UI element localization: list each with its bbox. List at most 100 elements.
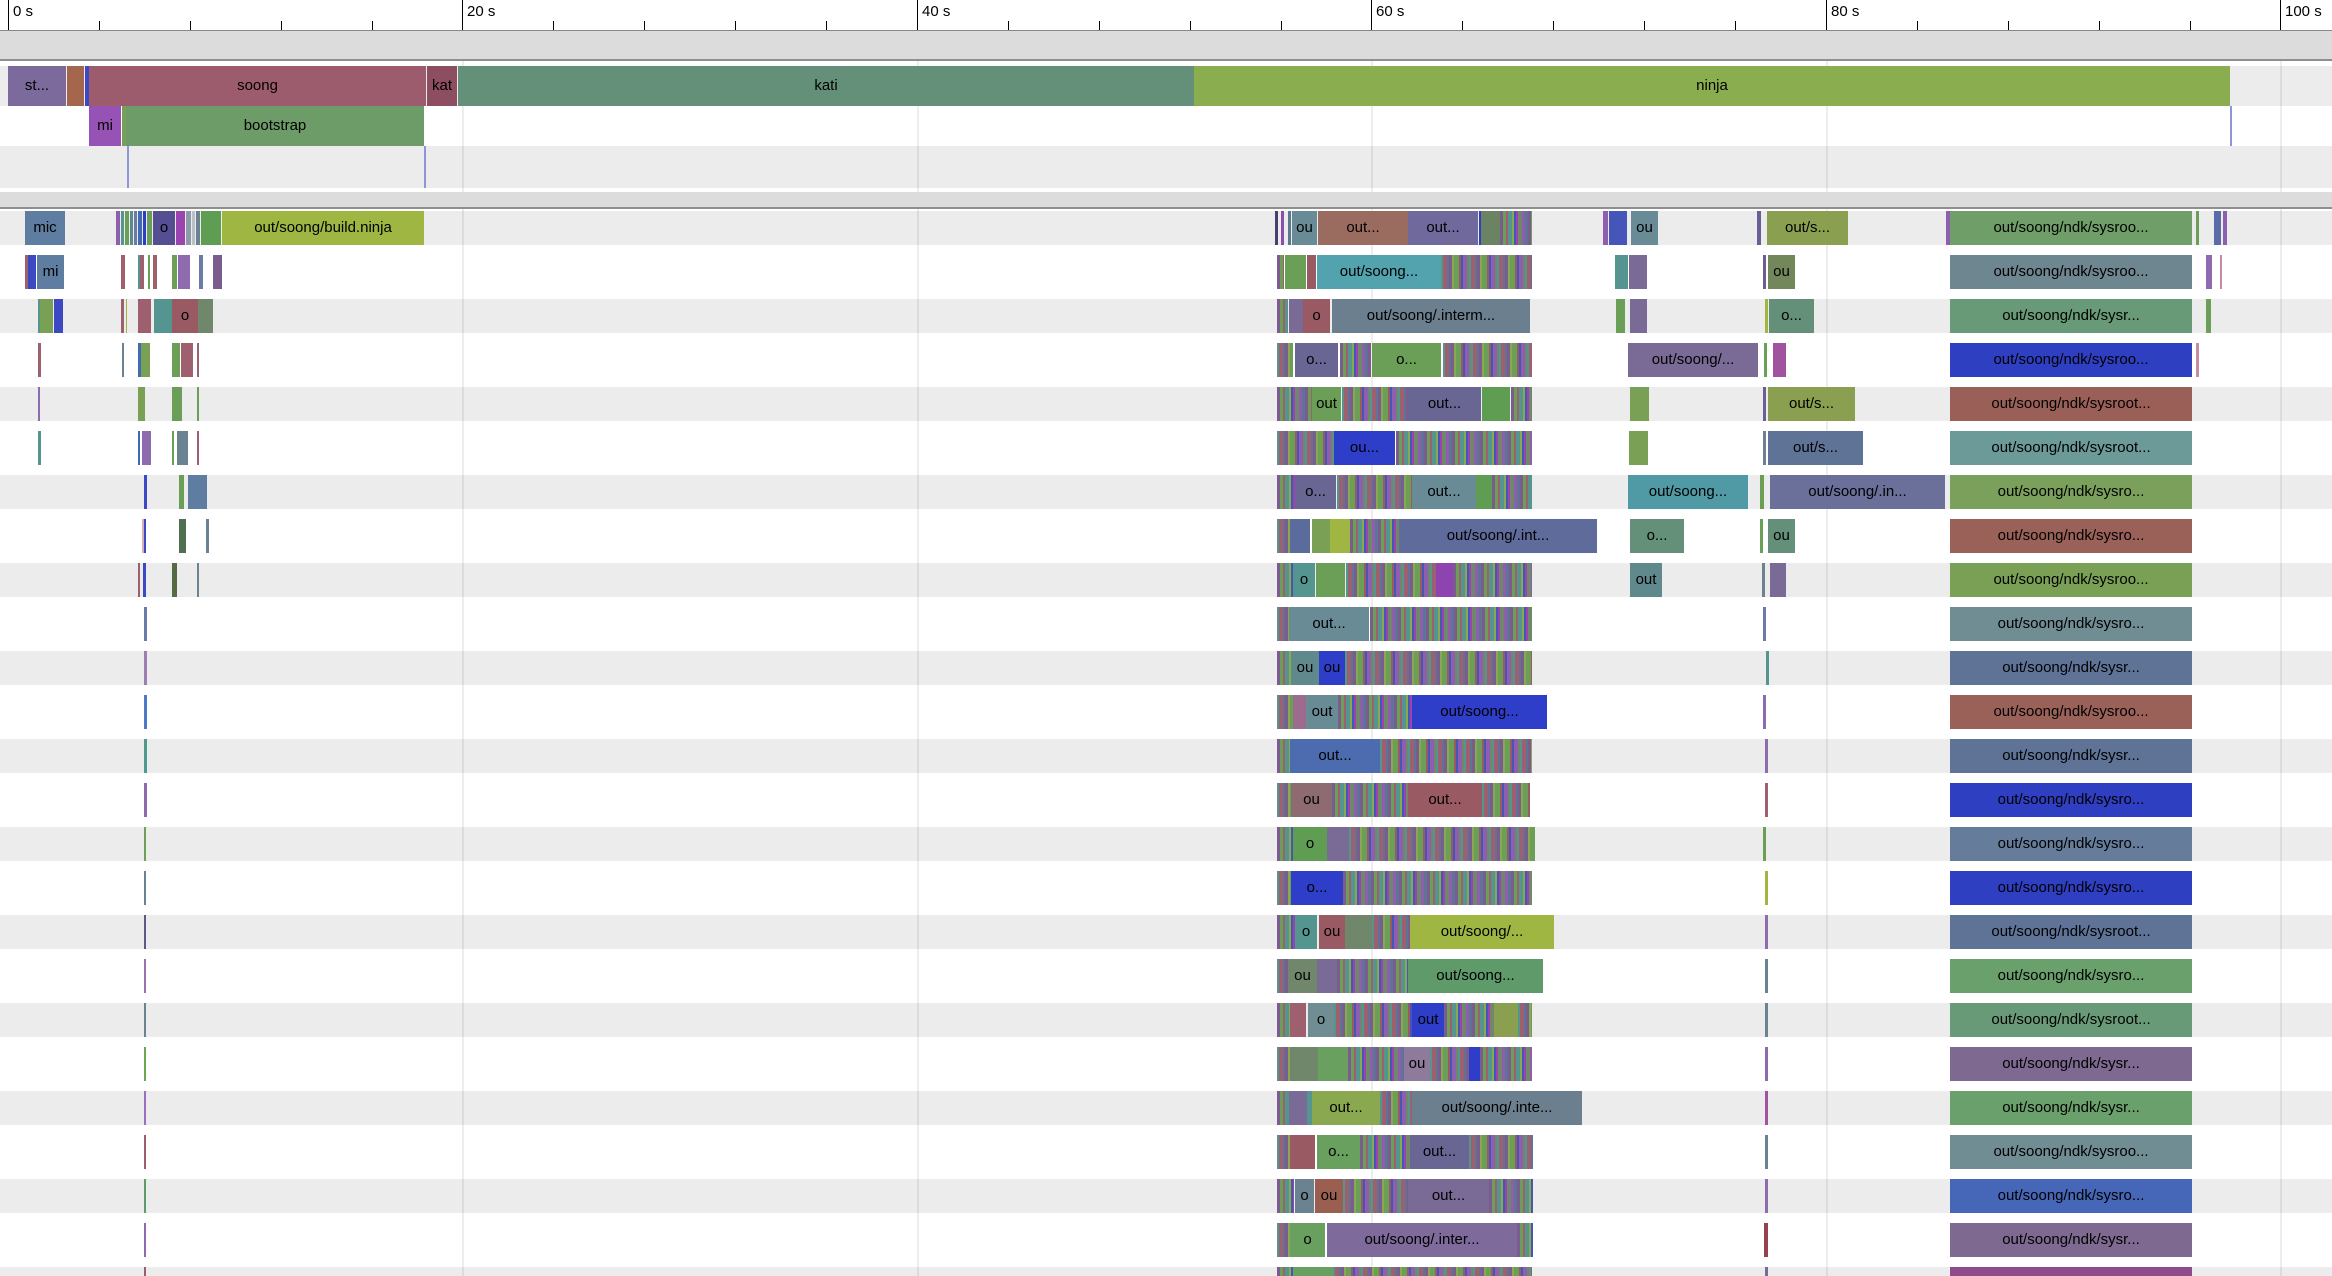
trace-event-sliver[interactable] — [144, 1267, 146, 1276]
trace-event-sliver[interactable] — [181, 343, 193, 377]
trace-event-cluster[interactable] — [1360, 1135, 1410, 1169]
trace-event-cluster[interactable] — [1338, 695, 1412, 729]
trace-event-sliver[interactable] — [144, 695, 147, 729]
trace-event-cluster[interactable] — [1277, 299, 1288, 333]
trace-event-bar[interactable]: out — [1630, 563, 1662, 597]
trace-event-bar[interactable]: o... — [1769, 299, 1814, 333]
trace-event-sliver[interactable] — [198, 299, 213, 333]
trace-event-sliver[interactable] — [144, 783, 147, 817]
trace-event-bar[interactable]: kat — [427, 66, 457, 106]
trace-event-cluster[interactable] — [1518, 1003, 1532, 1037]
trace-event-cluster[interactable] — [1277, 1091, 1289, 1125]
trace-event-sliver[interactable] — [1289, 1091, 1307, 1125]
trace-event-bar[interactable]: out/soong... — [1317, 255, 1441, 289]
trace-event-bar[interactable]: out/soong/build.ninja — [222, 211, 424, 245]
trace-event-sliver[interactable] — [1275, 211, 1278, 245]
trace-event-cluster[interactable] — [1277, 959, 1288, 993]
trace-event-bar[interactable]: ninja — [1194, 66, 2230, 106]
trace-event-bar[interactable]: out/soong/ndk/sysroo... — [1950, 211, 2192, 245]
trace-event-bar[interactable]: out/s... — [1768, 387, 1855, 421]
trace-event-cluster[interactable] — [1372, 915, 1410, 949]
trace-event-sliver[interactable] — [1763, 695, 1766, 729]
trace-event-sliver[interactable] — [206, 519, 209, 553]
trace-event-sliver[interactable] — [1307, 255, 1316, 289]
trace-event-cluster[interactable] — [1469, 1135, 1533, 1169]
trace-event-sliver[interactable] — [172, 387, 182, 421]
trace-event-sliver[interactable] — [121, 299, 124, 333]
trace-event-sliver[interactable] — [197, 387, 199, 421]
trace-event-sliver[interactable] — [1765, 1047, 1768, 1081]
trace-event-sliver[interactable] — [144, 475, 147, 509]
trace-event-sliver[interactable] — [144, 959, 146, 993]
trace-event-cluster[interactable] — [1277, 1003, 1290, 1037]
trace-event-sliver[interactable] — [178, 255, 190, 289]
trace-event-bar[interactable]: out/soong/ndk/sysroot... — [1950, 431, 2192, 465]
trace-event-sliver[interactable] — [1312, 519, 1330, 553]
trace-event-sliver[interactable] — [144, 1003, 146, 1037]
trace-event-bar[interactable]: out/soong... — [1408, 959, 1543, 993]
trace-event-cluster[interactable] — [1277, 343, 1293, 377]
trace-event-cluster[interactable] — [1340, 343, 1371, 377]
trace-event-sliver[interactable] — [121, 211, 124, 245]
trace-event-sliver[interactable] — [1763, 255, 1766, 289]
trace-event-bar[interactable]: out/soong/.in... — [1770, 475, 1945, 509]
trace-event-cluster[interactable] — [1277, 1179, 1294, 1213]
trace-event-sliver[interactable] — [192, 211, 195, 245]
trace-event-cluster[interactable] — [1337, 475, 1412, 509]
trace-event-sliver[interactable] — [1318, 1047, 1348, 1081]
trace-event-sliver[interactable] — [1765, 1135, 1768, 1169]
trace-event-sliver[interactable] — [1281, 211, 1284, 245]
trace-event-bar[interactable]: o — [1303, 299, 1330, 333]
trace-event-bar[interactable]: soong — [89, 66, 426, 106]
trace-event-bar[interactable]: ou — [1631, 211, 1658, 245]
trace-event-sliver[interactable] — [138, 211, 142, 245]
trace-event-sliver[interactable] — [142, 431, 151, 465]
trace-event-sliver[interactable] — [1629, 255, 1647, 289]
trace-event-sliver[interactable] — [1290, 519, 1310, 553]
trace-event-sliver[interactable] — [197, 343, 199, 377]
trace-event-sliver[interactable] — [2206, 299, 2211, 333]
trace-event-sliver[interactable] — [153, 255, 157, 289]
trace-event-sliver[interactable] — [121, 255, 125, 289]
trace-event-sliver[interactable] — [116, 211, 120, 245]
trace-event-cluster[interactable] — [1277, 695, 1293, 729]
trace-event-sliver[interactable] — [144, 1179, 146, 1213]
trace-event-bar[interactable]: ou — [1288, 959, 1317, 993]
trace-event-sliver[interactable] — [1765, 915, 1768, 949]
trace-event-bar[interactable]: out/soong/ndk/sysroo... — [1950, 563, 2192, 597]
trace-event-bar[interactable]: o... — [1295, 343, 1338, 377]
trace-event-bar[interactable]: out — [1412, 1003, 1444, 1037]
trace-event-bar[interactable]: out/soong/... — [1628, 343, 1758, 377]
trace-event-sliver[interactable] — [1773, 343, 1786, 377]
trace-event-sliver[interactable] — [1765, 871, 1768, 905]
trace-event-bar[interactable]: out/soong/ndk/sysr... — [1950, 739, 2192, 773]
trace-event-sliver[interactable] — [144, 1047, 146, 1081]
trace-event-sliver[interactable] — [138, 563, 140, 597]
trace-event-cluster[interactable] — [1337, 959, 1408, 993]
trace-event-cluster[interactable] — [1333, 1267, 1532, 1276]
trace-event-sliver[interactable] — [154, 299, 172, 333]
trace-event-bar[interactable]: out/soong/ndk/sysroo... — [1950, 255, 2192, 289]
trace-event-bar[interactable]: out/soong/ndk/sysro... — [1950, 519, 2192, 553]
trace-event-sliver[interactable] — [138, 431, 140, 465]
trace-event-sliver[interactable] — [143, 563, 146, 597]
trace-event-sliver[interactable] — [144, 739, 147, 773]
trace-event-bar[interactable]: out/soong/ndk/sysroot... — [1950, 915, 2192, 949]
trace-event-sliver[interactable] — [2206, 255, 2212, 289]
trace-event-sliver[interactable] — [1482, 387, 1510, 421]
trace-event-cluster[interactable] — [1277, 1223, 1290, 1257]
trace-event-cluster[interactable] — [1511, 387, 1532, 421]
trace-event-sliver[interactable] — [1285, 255, 1306, 289]
trace-event-cluster[interactable] — [1380, 739, 1532, 773]
trace-event-sliver[interactable] — [1476, 475, 1492, 509]
trace-event-sliver[interactable] — [197, 563, 199, 597]
trace-event-bar[interactable]: out... — [1408, 1179, 1489, 1213]
trace-event-cluster[interactable] — [1346, 563, 1436, 597]
trace-event-cluster[interactable] — [1480, 1047, 1532, 1081]
trace-event-cluster[interactable] — [1277, 1267, 1293, 1276]
trace-event-bar[interactable]: out/soong/ndk/sysroo... — [1950, 1135, 2192, 1169]
trace-event-sliver[interactable] — [177, 431, 188, 465]
trace-event-sliver[interactable] — [143, 211, 146, 245]
trace-event-cluster[interactable] — [1277, 607, 1289, 641]
trace-event-cluster[interactable] — [1444, 1003, 1494, 1037]
